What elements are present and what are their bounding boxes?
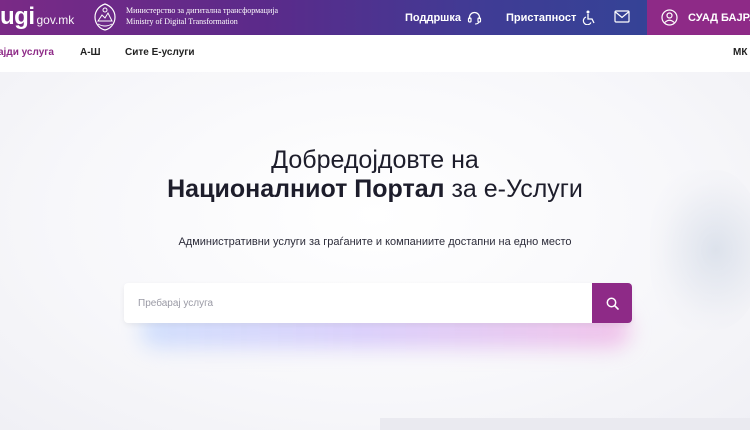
hero-title-bold: Националниот Портал [167,175,445,203]
ministry-name-en: Ministry of Digital Transformation [126,17,238,26]
portal-logo[interactable]: ugi gov.mk [0,2,74,32]
ministry-name-mk: Министерство за дигитална трансформација [126,6,279,15]
logo-domain-text: gov.mk [36,13,75,27]
nav-find-service[interactable]: ајди услуга [0,47,54,58]
hero-title-rest: за е-Услуги [444,175,583,203]
hero-background [0,72,750,430]
logo-main-text: ugi [0,3,35,30]
search-button[interactable] [592,283,632,323]
top-header: ugi gov.mk Министерство за дигитална тра… [0,0,750,35]
user-account-button[interactable]: СУАД БАЈРАМ [647,0,750,35]
mail-icon[interactable] [614,10,630,23]
headset-icon [467,11,482,25]
user-name: СУАД БАЈРАМ [688,11,750,24]
user-avatar-icon [661,9,678,26]
search-input[interactable] [124,283,592,323]
nav-all-e-services[interactable]: Сите Е-услуги [125,47,195,58]
hero-title-line1: Добредојдовте на [271,146,479,174]
support-label: Поддршка [405,11,461,24]
bottom-card-edge [380,418,750,430]
language-selector[interactable]: МК [733,47,747,58]
accessibility-link[interactable]: Пристапност [506,0,596,35]
coat-of-arms-icon [94,3,116,31]
search-bar [124,283,632,323]
wheelchair-icon [583,10,595,25]
ministry-name: Министерство за дигитална трансформација… [126,5,278,27]
accessibility-label: Пристапност [506,11,577,24]
hero-title-line2: Националниот Портал за е-Услуги [0,174,750,204]
secondary-nav: ајди услуга А-Ш Сите Е-услуги МК [0,35,750,72]
nav-a-z[interactable]: А-Ш [80,47,101,58]
hero-subtitle: Административни услуги за граѓаните и ко… [178,236,572,248]
search-icon [606,297,619,310]
support-link[interactable]: Поддршка [405,0,482,35]
